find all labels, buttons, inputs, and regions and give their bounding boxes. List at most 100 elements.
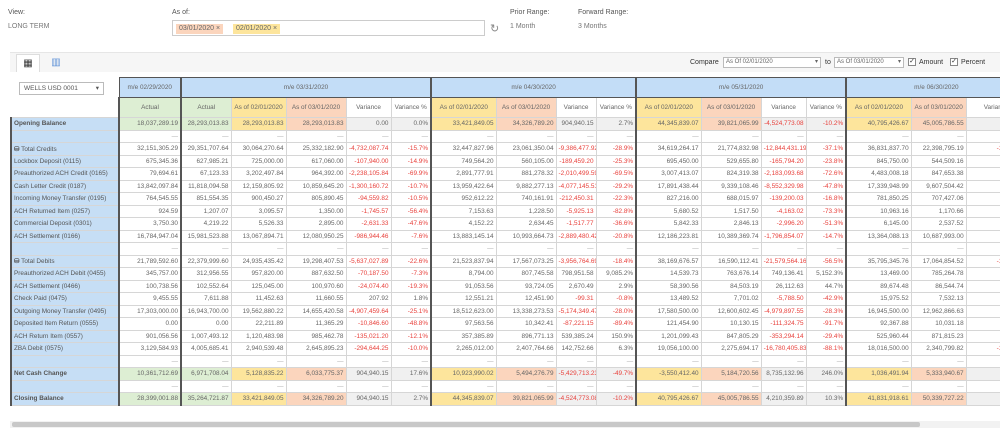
empty-cell: —: [390, 354, 432, 368]
value-cell: -10.5%: [390, 192, 432, 206]
value-cell: 40,795,426.67: [635, 392, 702, 406]
value-cell: 740,161.91: [495, 192, 557, 206]
remove-chip-icon[interactable]: ×: [273, 25, 277, 32]
empty-cell: —: [910, 354, 967, 368]
refresh-icon[interactable]: ↻: [490, 22, 499, 35]
value-cell: -301,2: [965, 154, 1000, 168]
column-header[interactable]: As of 02/01/2020: [230, 97, 287, 118]
column-header[interactable]: Variance %: [805, 97, 847, 118]
empty-cell: —: [635, 242, 702, 256]
account-select[interactable]: WELLS USD 0001 ▾: [19, 81, 104, 95]
as-of-input[interactable]: 03/01/2020 × 02/01/2020 ×: [172, 20, 485, 36]
value-cell: 0.00: [345, 117, 392, 131]
empty-cell: —: [595, 379, 637, 393]
value-cell: -3,6: [965, 217, 1000, 231]
value-cell: 6,145.00: [845, 217, 912, 231]
column-header[interactable]: Actual: [180, 97, 232, 118]
value-cell: -47.8%: [805, 179, 847, 193]
value-cell: 896,771.13: [495, 329, 557, 343]
column-header[interactable]: As of 03/01/2020: [910, 97, 967, 118]
table-grid-icon[interactable]: ▦: [16, 54, 40, 72]
value-cell: 2.7%: [390, 392, 432, 406]
bar-chart-icon[interactable]: ▥: [44, 54, 68, 72]
column-header[interactable]: Actual: [118, 97, 182, 118]
empty-cell: —: [595, 354, 637, 368]
column-header[interactable]: As of 02/01/2020: [430, 97, 497, 118]
value-cell: 2,645,895.23: [285, 342, 347, 356]
compare-to-select[interactable]: As Of 03/01/2020 ▾: [834, 57, 904, 68]
value-cell: 38,169,676.57: [635, 254, 702, 268]
value-cell: 539,385.24: [555, 329, 597, 343]
value-cell: 5,680.52: [635, 204, 702, 218]
value-cell: 900,450.27: [230, 192, 287, 206]
value-cell: 904,940.15: [345, 367, 392, 381]
period-header: m/e 04/30/2020: [430, 77, 637, 98]
column-header[interactable]: Variance: [965, 97, 1000, 118]
value-cell: 12,451.90: [495, 292, 557, 306]
value-cell: 16,590,112.41: [700, 254, 762, 268]
value-cell: 8,735,132.96: [760, 367, 807, 381]
value-cell: -22.6%: [390, 254, 432, 268]
table-row: —————————————————: [10, 354, 1000, 368]
table-row: ⛁ Total Credits 32,151,305.29 29,351,707.6…: [10, 142, 1000, 156]
empty-cell: —: [760, 379, 807, 393]
table-row: Deposited Item Return (0555) 0.00 0.00 22,2…: [10, 317, 1000, 331]
value-cell: -5,637,027.89: [345, 254, 392, 268]
empty-cell: —: [180, 379, 232, 393]
value-cell: 881,278.32: [495, 167, 557, 181]
value-cell: 827,216.00: [635, 192, 702, 206]
remove-chip-icon[interactable]: ×: [216, 25, 220, 32]
column-header[interactable]: As of 02/01/2020: [635, 97, 702, 118]
value-cell: 544,509.16: [910, 154, 967, 168]
value-cell: 18,016,500.00: [845, 342, 912, 356]
column-header[interactable]: Variance: [760, 97, 807, 118]
value-cell: 15,981,523.88: [180, 229, 232, 243]
column-header[interactable]: Variance %: [390, 97, 432, 118]
column-header[interactable]: Variance %: [595, 97, 637, 118]
chevron-down-icon: ▾: [814, 59, 818, 65]
value-cell: -2,010,499.59: [555, 167, 597, 181]
compare-from-select[interactable]: As Of 02/01/2020 ▾: [723, 57, 821, 68]
value-cell: -87,221.15: [555, 317, 597, 331]
chevron-down-icon: ▾: [897, 59, 901, 65]
value-cell: 17.6%: [390, 367, 432, 381]
empty-cell: —: [635, 354, 702, 368]
value-cell: 5,184,720.56: [700, 367, 762, 381]
value-cell: 13,489.52: [635, 292, 702, 306]
value-cell: 22,379,999.60: [180, 254, 232, 268]
value-cell: 749,564.20: [430, 154, 497, 168]
value-cell: 7,701.02: [700, 292, 762, 306]
value-cell: 24,935,435.42: [230, 254, 287, 268]
scrollbar-thumb[interactable]: [12, 422, 920, 427]
value-cell: 725,000.00: [230, 154, 287, 168]
percent-checkbox[interactable]: ✓: [950, 58, 958, 66]
column-header[interactable]: Variance: [345, 97, 392, 118]
amount-checkbox[interactable]: ✓: [908, 58, 916, 66]
value-cell: -56.5%: [805, 254, 847, 268]
table-row: Incoming Money Transfer (0195) 764,545.55…: [10, 192, 1000, 206]
value-cell: 16,945,500.00: [845, 304, 912, 318]
column-header[interactable]: As of 03/01/2020: [495, 97, 557, 118]
value-cell: 10.3%: [805, 392, 847, 406]
value-cell: 92,367.88: [845, 317, 912, 331]
empty-cell: —: [495, 354, 557, 368]
column-header[interactable]: As of 03/01/2020: [700, 97, 762, 118]
value-cell: -14,433,0: [965, 142, 1000, 156]
value-cell: 19,298,407.53: [285, 254, 347, 268]
row-label: Opening Balance: [10, 117, 120, 131]
column-header[interactable]: Variance: [555, 97, 597, 118]
value-cell: 13,067,894.71: [230, 229, 287, 243]
column-header[interactable]: As of 02/01/2020: [845, 97, 912, 118]
value-cell: 4,483,008.18: [845, 167, 912, 181]
value-cell: 25,332,182.90: [285, 142, 347, 156]
table-row: Preauthorized ACH Debit (0455) 345,757.00…: [10, 267, 1000, 281]
empty-cell: —: [285, 354, 347, 368]
value-cell: -36.6%: [595, 217, 637, 231]
empty-cell: —: [965, 354, 1000, 368]
value-cell: 35,795,345.76: [845, 254, 912, 268]
column-header[interactable]: As of 03/01/2020: [285, 97, 347, 118]
value-cell: -21,579,564.16: [760, 254, 807, 268]
table-row: Opening Balance 18,037,289.19 28,293,013.8…: [10, 117, 1000, 131]
value-cell: 901,056.56: [118, 329, 182, 343]
percent-label: Percent: [961, 59, 986, 66]
